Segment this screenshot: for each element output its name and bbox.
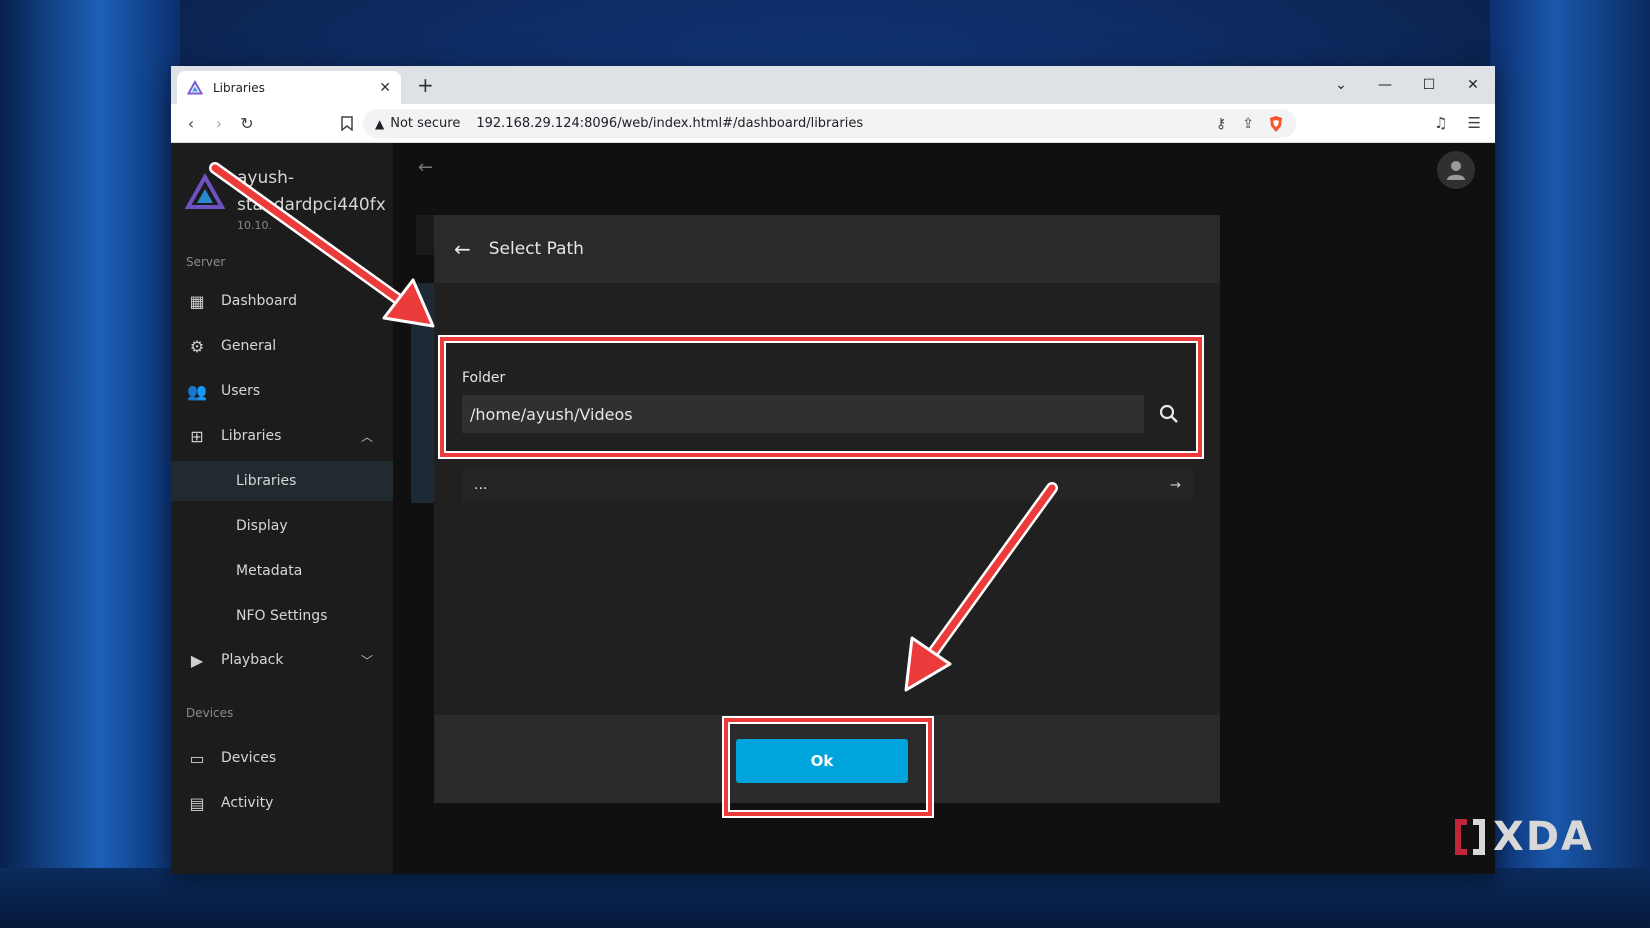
play-icon: ▶: [190, 650, 204, 670]
browser-window: Libraries ✕ + ⌄ — ☐ ✕ ‹ › ↻ ▲ Not secure…: [171, 66, 1495, 874]
security-indicator[interactable]: Not secure: [390, 116, 460, 131]
users-icon: 👥: [187, 381, 207, 401]
sidebar: ayush- standardpci440fxp 10.10. Server ▦…: [171, 143, 393, 874]
sidebar-item-label: Devices: [221, 750, 277, 766]
forward-icon[interactable]: ›: [205, 114, 233, 133]
wallpaper-right: [1490, 0, 1650, 928]
folder-input[interactable]: [462, 395, 1144, 433]
xda-watermark: XDA: [1451, 814, 1594, 860]
select-path-dialog: ← Select Path Folder ... → Ok: [434, 215, 1220, 816]
reload-icon[interactable]: ↻: [233, 114, 261, 133]
chevron-up-icon: ︿: [360, 429, 373, 444]
sidebar-item-label: Dashboard: [221, 293, 297, 309]
parent-directory-row[interactable]: ... →: [462, 469, 1193, 501]
devices-icon: ▭: [189, 748, 205, 768]
minimize-icon[interactable]: —: [1363, 77, 1407, 93]
dialog-title: Select Path: [488, 239, 584, 259]
arrow-right-icon: →: [1170, 477, 1181, 493]
share-icon[interactable]: ⇪: [1242, 116, 1254, 132]
sidebar-item-label: Playback: [221, 652, 284, 668]
sidebar-item-playback[interactable]: ▶ Playback ﹀: [171, 640, 393, 680]
wallpaper-bottom: [0, 868, 1650, 928]
sidebar-subitem-libraries[interactable]: Libraries: [171, 461, 393, 501]
window-controls: ⌄ — ☐ ✕: [1319, 66, 1495, 104]
page-back-icon[interactable]: ←: [418, 157, 433, 178]
jellyfin-app: ayush- standardpci440fxp 10.10. Server ▦…: [171, 143, 1495, 874]
sidebar-item-label: Users: [221, 383, 261, 399]
sidebar-item-devices[interactable]: ▭ Devices: [171, 738, 393, 778]
bookmark-icon[interactable]: [341, 115, 353, 131]
maximize-icon[interactable]: ☐: [1407, 77, 1451, 93]
sidebar-subitem-metadata[interactable]: Metadata: [171, 551, 393, 591]
tab-strip: Libraries ✕ + ⌄ — ☐ ✕: [171, 66, 1495, 104]
tab-title: Libraries: [213, 80, 265, 95]
wallpaper-left: [0, 0, 180, 928]
server-name-line1: ayush-: [237, 168, 295, 188]
sidebar-item-libraries[interactable]: ⊞ Libraries ︿: [171, 416, 393, 456]
parent-directory-label: ...: [474, 477, 488, 493]
xda-text: XDA: [1493, 814, 1594, 860]
sidebar-item-activity[interactable]: ▤ Activity: [171, 783, 393, 823]
sidebar-subitem-nfo[interactable]: NFO Settings: [171, 596, 393, 636]
dashboard-icon: ▦: [189, 291, 205, 311]
server-version: 10.10.: [237, 219, 272, 232]
sidebar-item-dashboard[interactable]: ▦ Dashboard: [171, 281, 393, 321]
tab-search-icon[interactable]: ⌄: [1319, 77, 1363, 93]
xda-bracket-icon: [1455, 819, 1485, 855]
sidebar-item-label: General: [221, 338, 277, 354]
library-add-icon: ⊞: [190, 426, 204, 446]
close-window-icon[interactable]: ✕: [1451, 77, 1495, 93]
sidebar-item-label: Activity: [221, 795, 274, 811]
new-tab-button[interactable]: +: [417, 73, 434, 97]
section-devices: Devices: [186, 706, 234, 720]
browser-toolbar: ‹ › ↻ ▲ Not secure 192.168.29.124:8096/w…: [171, 104, 1495, 143]
close-tab-icon[interactable]: ✕: [379, 80, 391, 96]
folder-search-button[interactable]: [1152, 397, 1186, 431]
ok-button[interactable]: Ok: [736, 739, 908, 783]
media-icon[interactable]: ♫: [1434, 114, 1447, 132]
url-text[interactable]: 192.168.29.124:8096/web/index.html#/dash…: [476, 116, 1200, 131]
warning-icon: ▲: [375, 116, 385, 131]
sidebar-item-label: Libraries: [221, 428, 282, 444]
server-header: ayush- standardpci440fxp 10.10.: [185, 165, 387, 232]
folder-label: Folder: [462, 370, 506, 386]
chevron-down-icon: ﹀: [360, 653, 373, 668]
brave-shield-icon[interactable]: [1268, 115, 1284, 133]
user-avatar[interactable]: [1437, 151, 1475, 189]
key-icon[interactable]: ⚷: [1216, 116, 1226, 132]
jellyfin-logo-icon: [185, 173, 225, 209]
sidebar-item-users[interactable]: 👥 Users: [171, 371, 393, 411]
tab-libraries[interactable]: Libraries ✕: [177, 71, 401, 104]
gear-icon: ⚙: [189, 336, 205, 356]
search-icon: [1159, 404, 1178, 423]
back-icon[interactable]: ‹: [177, 114, 205, 133]
toolbar-right: ♫ ☰: [1434, 114, 1481, 132]
activity-icon: ▤: [189, 793, 205, 813]
sidebar-item-general[interactable]: ⚙ General: [171, 326, 393, 366]
jellyfin-favicon-icon: [187, 79, 203, 94]
section-server: Server: [186, 255, 226, 269]
menu-icon[interactable]: ☰: [1468, 114, 1481, 132]
address-bar[interactable]: ▲ Not secure 192.168.29.124:8096/web/ind…: [363, 109, 1296, 138]
sidebar-subitem-display[interactable]: Display: [171, 506, 393, 546]
server-name-line2: standardpci440fxp: [237, 195, 387, 215]
dialog-header: ← Select Path: [434, 215, 1220, 283]
dialog-back-icon[interactable]: ←: [454, 237, 471, 261]
user-icon: [1447, 161, 1465, 180]
